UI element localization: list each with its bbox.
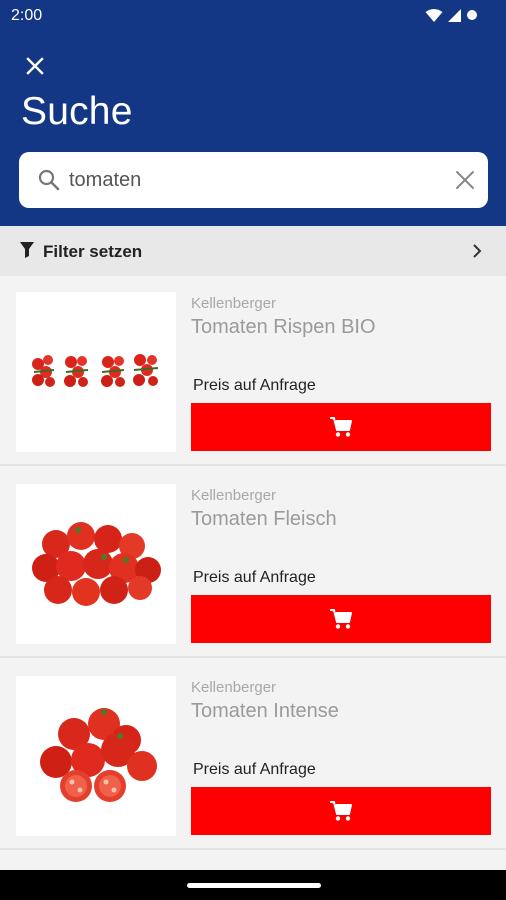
cart-icon (330, 609, 352, 629)
product-card[interactable]: Kellenberger Tomaten Intense Preis auf A… (0, 660, 506, 850)
tomatoes-with-halves-image (40, 708, 157, 802)
chevron-right-icon (473, 244, 482, 258)
cart-icon (330, 417, 352, 437)
page-title: Suche (21, 90, 133, 133)
app-header: 2:00 Suche (0, 0, 506, 226)
cherry-tomatoes-image (32, 354, 159, 387)
product-image (16, 484, 176, 644)
product-name[interactable]: Tomaten Rispen BIO (191, 316, 376, 339)
filter-label: Filter setzen (43, 242, 143, 261)
status-bar: 2:00 (0, 0, 506, 32)
clear-icon[interactable] (454, 169, 476, 191)
filter-row[interactable]: Filter setzen (0, 226, 506, 276)
pile-of-tomatoes-image (32, 522, 161, 606)
product-image (16, 292, 176, 452)
navigation-bar (0, 870, 506, 900)
product-price: Preis auf Anfrage (193, 569, 316, 586)
search-bar[interactable] (19, 152, 488, 208)
status-time: 2:00 (11, 7, 43, 24)
search-icon (38, 169, 60, 191)
battery-dot-icon (467, 9, 477, 20)
add-to-cart-button[interactable] (191, 403, 491, 451)
add-to-cart-button[interactable] (191, 595, 491, 643)
search-input[interactable] (69, 164, 439, 196)
product-price: Preis auf Anfrage (193, 377, 316, 394)
filter-icon (20, 242, 34, 258)
signal-icon (448, 8, 461, 22)
cart-icon (330, 801, 352, 821)
product-card[interactable]: Kellenberger Tomaten Fleisch Preis auf A… (0, 468, 506, 658)
product-price: Preis auf Anfrage (193, 761, 316, 778)
product-brand: Kellenberger (191, 679, 277, 696)
wifi-icon (425, 8, 443, 22)
add-to-cart-button[interactable] (191, 787, 491, 835)
product-card[interactable]: Kellenberger Tomaten Rispen BIO Preis au… (0, 276, 506, 466)
home-handle[interactable] (187, 883, 321, 888)
close-icon (26, 57, 44, 75)
product-name[interactable]: Tomaten Intense (191, 700, 339, 723)
product-name[interactable]: Tomaten Fleisch (191, 508, 337, 531)
product-brand: Kellenberger (191, 487, 277, 504)
product-image (16, 676, 176, 836)
product-brand: Kellenberger (191, 295, 277, 312)
close-button[interactable] (20, 51, 50, 81)
status-icons (425, 5, 478, 25)
